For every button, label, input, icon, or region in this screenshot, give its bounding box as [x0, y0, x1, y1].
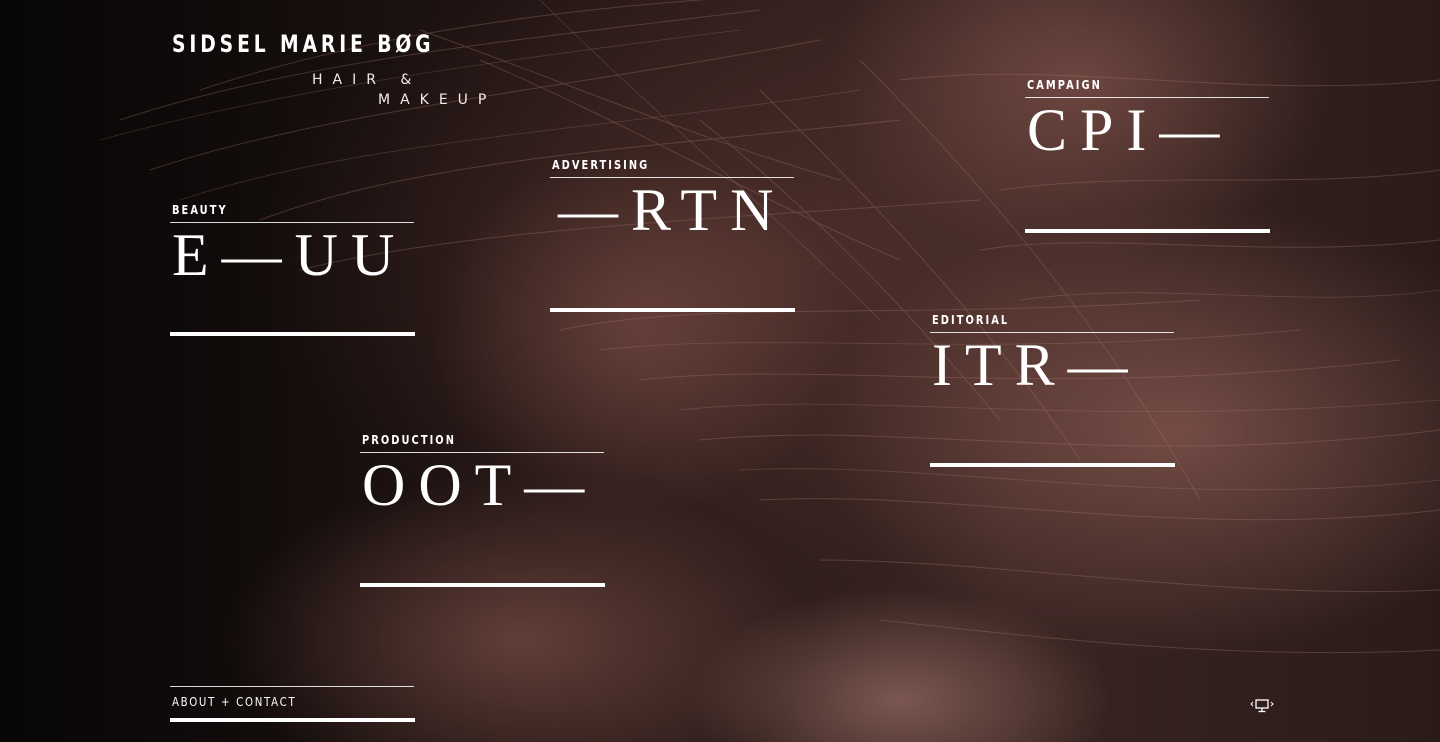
category-code: OOT—: [362, 452, 598, 518]
category-label: PRODUCTION: [362, 433, 457, 447]
divider-thick: [360, 583, 605, 587]
divider-thick: [1025, 229, 1270, 233]
divider-thick: [550, 308, 795, 312]
category-tile-editorial[interactable]: EDITORIAL ITR—: [930, 313, 1175, 473]
category-label: CAMPAIGN: [1027, 78, 1102, 92]
category-code: E—UU: [172, 222, 408, 288]
divider-thin: [170, 686, 414, 687]
category-tile-advertising[interactable]: ADVERTISING —RTN: [550, 158, 795, 318]
category-code: CPI—: [1027, 97, 1233, 163]
divider-thick: [170, 718, 415, 722]
screen-icon[interactable]: [1249, 697, 1275, 715]
category-label: BEAUTY: [172, 203, 228, 217]
divider-thick: [170, 332, 415, 336]
site-logo[interactable]: SIDSEL MARIE BØG HAIR & MAKEUP: [172, 30, 508, 108]
about-contact-link[interactable]: ABOUT + CONTACT: [170, 686, 415, 723]
brand-subtitle-line-2: MAKEUP: [378, 92, 497, 108]
hero-background: SIDSEL MARIE BØG HAIR & MAKEUP BEAUTY E—…: [0, 0, 1440, 742]
category-code: —RTN: [558, 177, 787, 243]
brand-subtitle-line-1: HAIR &: [312, 72, 422, 88]
brand-name: SIDSEL MARIE BØG: [172, 30, 435, 58]
category-tile-campaign[interactable]: CAMPAIGN CPI—: [1025, 78, 1270, 238]
about-contact-label: ABOUT + CONTACT: [172, 695, 297, 709]
divider-thick: [930, 463, 1175, 467]
category-code: ITR—: [932, 332, 1141, 398]
category-label: EDITORIAL: [932, 313, 1010, 327]
category-label: ADVERTISING: [552, 158, 650, 172]
category-tile-production[interactable]: PRODUCTION OOT—: [360, 433, 605, 593]
category-tile-beauty[interactable]: BEAUTY E—UU: [170, 203, 415, 363]
